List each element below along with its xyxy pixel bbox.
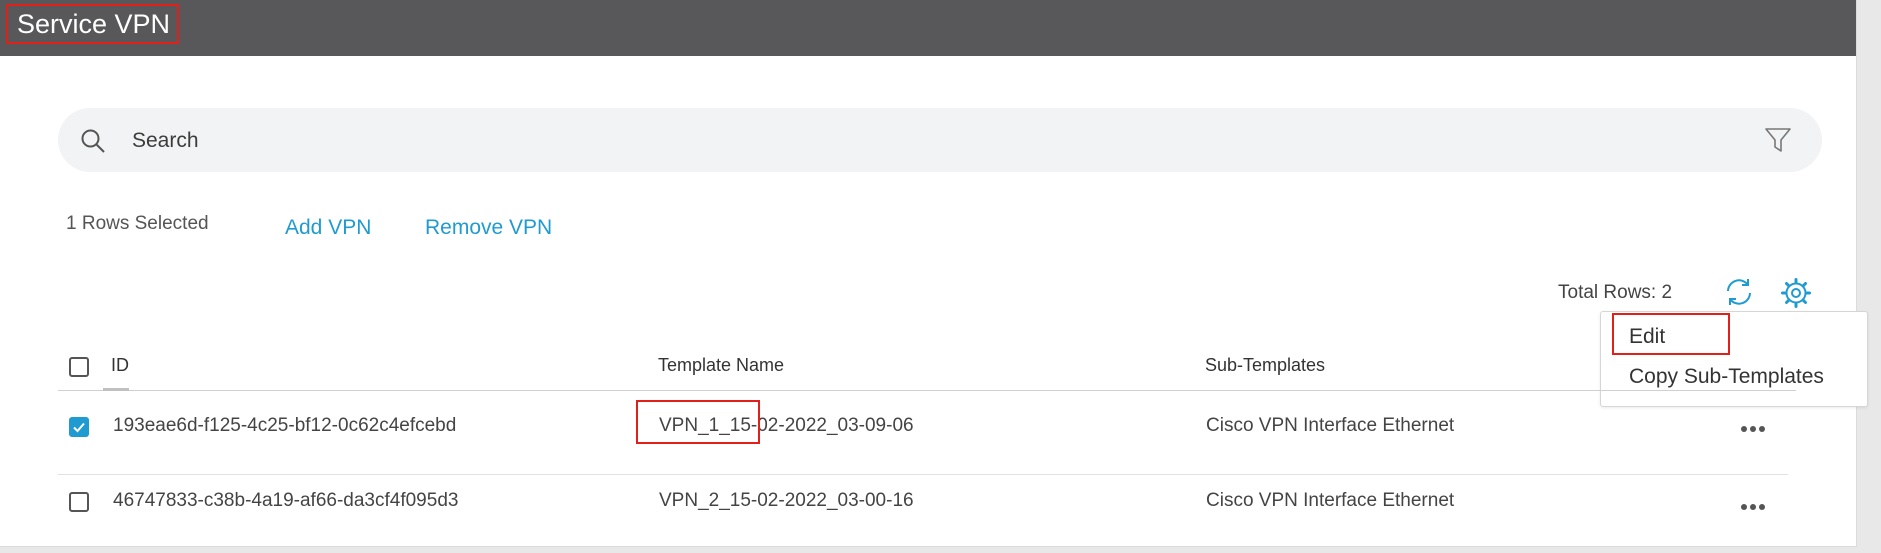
column-header-template-name[interactable]: Template Name bbox=[658, 355, 784, 376]
menu-item-copy-sub-templates[interactable]: Copy Sub-Templates bbox=[1629, 365, 1824, 389]
column-resize-handle bbox=[103, 388, 129, 391]
row-1-more-icon[interactable] bbox=[1740, 420, 1766, 438]
row-2-sub-templates: Cisco VPN Interface Ethernet bbox=[1206, 490, 1455, 511]
edit-highlight-box bbox=[1612, 313, 1730, 355]
search-input[interactable] bbox=[130, 126, 1634, 156]
total-rows-count: Total Rows: 2 bbox=[1558, 282, 1673, 303]
checkmark-icon bbox=[73, 422, 85, 433]
column-header-sub-templates[interactable]: Sub-Templates bbox=[1205, 355, 1325, 376]
row-checkbox-1[interactable] bbox=[69, 417, 89, 437]
gear-icon[interactable] bbox=[1780, 277, 1812, 314]
page-title: Service VPN bbox=[6, 4, 179, 44]
filter-icon[interactable] bbox=[1764, 126, 1792, 159]
row-1-id: 193eae6d-f125-4c25-bf12-0c62c4efcebd bbox=[113, 415, 457, 436]
row-1-sub-templates: Cisco VPN Interface Ethernet bbox=[1206, 415, 1455, 436]
row-2-template-name: VPN_2_15-02-2022_03-00-16 bbox=[659, 490, 914, 511]
row-2-more-icon[interactable] bbox=[1740, 498, 1766, 516]
row-checkbox-2[interactable] bbox=[69, 492, 89, 512]
refresh-icon[interactable] bbox=[1723, 276, 1755, 313]
column-header-id[interactable]: ID bbox=[111, 355, 129, 376]
rows-selected-count: 1 Rows Selected bbox=[66, 213, 209, 234]
add-vpn-button[interactable]: Add VPN bbox=[285, 216, 371, 240]
service-vpn-panel: Service VPN 1 Rows Selected Add VPN Remo… bbox=[0, 0, 1868, 547]
page-header: Service VPN bbox=[0, 0, 1856, 56]
row-2-id: 46747833-c38b-4a19-af66-da3cf4f095d3 bbox=[113, 490, 459, 511]
search-icon bbox=[80, 128, 106, 159]
header-divider bbox=[58, 390, 1796, 391]
select-all-checkbox[interactable] bbox=[69, 357, 89, 377]
template-name-highlight-box bbox=[636, 400, 760, 444]
remove-vpn-button[interactable]: Remove VPN bbox=[425, 216, 552, 240]
row-divider bbox=[58, 474, 1788, 475]
search-bar bbox=[58, 108, 1822, 172]
